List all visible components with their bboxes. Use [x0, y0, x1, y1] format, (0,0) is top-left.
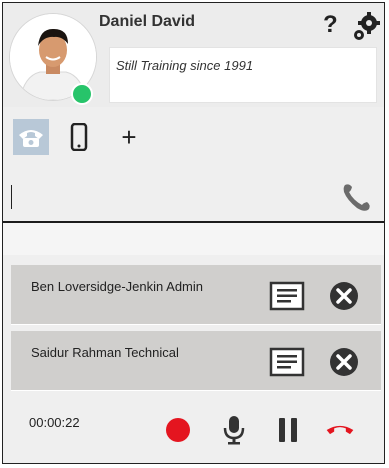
pause-icon — [279, 418, 297, 442]
tab-mobile[interactable] — [61, 119, 97, 155]
dial-bar — [3, 169, 384, 221]
hold-button[interactable] — [273, 415, 303, 445]
participant-row: Saidur Rahman Technical — [11, 331, 381, 391]
record-button[interactable] — [163, 415, 193, 445]
remove-participant-icon[interactable] — [329, 347, 359, 377]
tab-phone[interactable] — [13, 119, 49, 155]
dial-input[interactable] — [11, 185, 336, 209]
call-timer: 00:00:22 — [29, 415, 80, 430]
status-motto-field[interactable]: Still Training since 1991 — [109, 47, 377, 103]
online-status-indicator — [71, 83, 93, 105]
call-controls: 00:00:22 — [3, 395, 384, 463]
microphone-icon — [223, 416, 245, 445]
call-handset-icon[interactable] — [339, 179, 375, 215]
record-icon — [166, 418, 190, 442]
participant-name: Saidur Rahman Technical — [31, 345, 179, 360]
settings-gear-icon[interactable] — [351, 11, 383, 43]
help-icon[interactable]: ? — [323, 11, 338, 39]
remove-participant-icon[interactable] — [329, 281, 359, 311]
participant-row: Ben Loversidge-Jenkin Admin — [11, 265, 381, 325]
motto-text: Still Training since 1991 — [116, 58, 254, 73]
phone-handset-icon — [19, 130, 43, 147]
phone-widget: Daniel David ? Still Training since 1991 — [2, 2, 385, 464]
mute-button[interactable] — [219, 415, 249, 445]
mobile-phone-icon — [70, 123, 88, 151]
user-name: Daniel David — [99, 13, 196, 30]
participant-name: Ben Loversidge-Jenkin Admin — [31, 279, 203, 294]
device-tabs: + — [3, 119, 384, 163]
notes-icon[interactable] — [269, 281, 305, 311]
hang-up-button[interactable] — [325, 415, 355, 445]
profile-header: Daniel David ? Still Training since 1991 — [3, 3, 384, 107]
hang-up-icon — [326, 425, 354, 435]
spacer — [3, 223, 384, 255]
notes-icon[interactable] — [269, 347, 305, 377]
tab-add[interactable]: + — [111, 119, 147, 155]
